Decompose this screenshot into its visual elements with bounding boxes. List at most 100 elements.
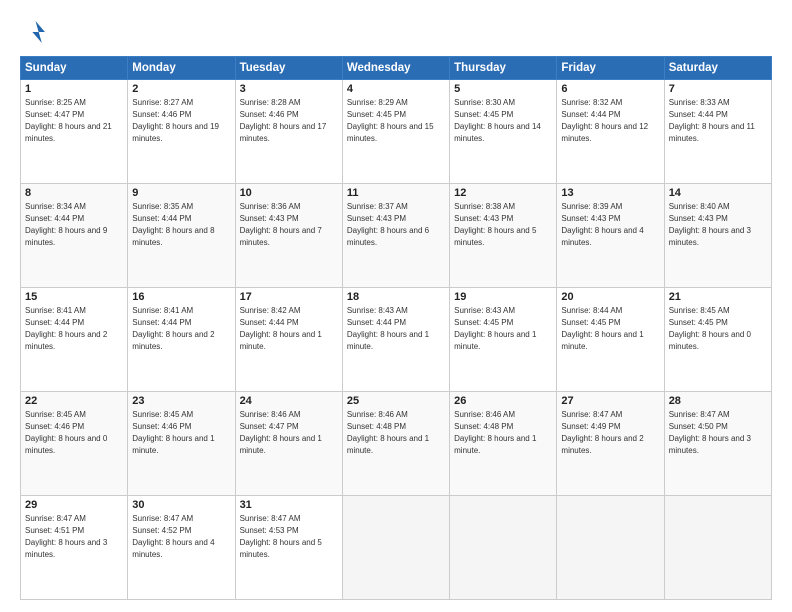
day-cell-7: 7 Sunrise: 8:33 AMSunset: 4:44 PMDaylight… (664, 80, 771, 184)
day-info: Sunrise: 8:38 AMSunset: 4:43 PMDaylight:… (454, 202, 536, 247)
day-number: 19 (454, 291, 552, 303)
day-info: Sunrise: 8:32 AMSunset: 4:44 PMDaylight:… (561, 98, 648, 143)
day-number: 22 (25, 395, 123, 407)
logo-icon (20, 18, 48, 46)
day-info: Sunrise: 8:29 AMSunset: 4:45 PMDaylight:… (347, 98, 434, 143)
day-info: Sunrise: 8:40 AMSunset: 4:43 PMDaylight:… (669, 202, 751, 247)
day-cell-3: 3 Sunrise: 8:28 AMSunset: 4:46 PMDaylight… (235, 80, 342, 184)
day-number: 21 (669, 291, 767, 303)
day-number: 15 (25, 291, 123, 303)
day-info: Sunrise: 8:41 AMSunset: 4:44 PMDaylight:… (25, 306, 107, 351)
day-number: 29 (25, 499, 123, 511)
day-header-friday: Friday (557, 57, 664, 80)
day-cell-6: 6 Sunrise: 8:32 AMSunset: 4:44 PMDaylight… (557, 80, 664, 184)
calendar-table: SundayMondayTuesdayWednesdayThursdayFrid… (20, 56, 772, 600)
day-info: Sunrise: 8:39 AMSunset: 4:43 PMDaylight:… (561, 202, 643, 247)
day-info: Sunrise: 8:45 AMSunset: 4:45 PMDaylight:… (669, 306, 751, 351)
day-number: 4 (347, 83, 445, 95)
day-info: Sunrise: 8:30 AMSunset: 4:45 PMDaylight:… (454, 98, 541, 143)
calendar-week-3: 15 Sunrise: 8:41 AMSunset: 4:44 PMDayligh… (21, 288, 772, 392)
day-info: Sunrise: 8:46 AMSunset: 4:48 PMDaylight:… (454, 410, 536, 455)
day-number: 14 (669, 187, 767, 199)
day-info: Sunrise: 8:33 AMSunset: 4:44 PMDaylight:… (669, 98, 755, 143)
day-info: Sunrise: 8:47 AMSunset: 4:49 PMDaylight:… (561, 410, 643, 455)
day-cell-28: 28 Sunrise: 8:47 AMSunset: 4:50 PMDayligh… (664, 392, 771, 496)
day-number: 12 (454, 187, 552, 199)
day-info: Sunrise: 8:28 AMSunset: 4:46 PMDaylight:… (240, 98, 327, 143)
day-cell-14: 14 Sunrise: 8:40 AMSunset: 4:43 PMDayligh… (664, 184, 771, 288)
day-cell-12: 12 Sunrise: 8:38 AMSunset: 4:43 PMDayligh… (450, 184, 557, 288)
day-cell-24: 24Sunrise: 8:46 AMSunset: 4:47 PMDayligh… (235, 392, 342, 496)
day-number: 11 (347, 187, 445, 199)
day-info: Sunrise: 8:27 AMSunset: 4:46 PMDaylight:… (132, 98, 219, 143)
day-cell-20: 20 Sunrise: 8:44 AMSunset: 4:45 PMDayligh… (557, 288, 664, 392)
day-info: Sunrise: 8:43 AMSunset: 4:44 PMDaylight:… (347, 306, 429, 351)
day-header-tuesday: Tuesday (235, 57, 342, 80)
day-info: Sunrise: 8:47 AMSunset: 4:50 PMDaylight:… (669, 410, 751, 455)
header (20, 18, 772, 46)
day-cell-2: 2 Sunrise: 8:27 AMSunset: 4:46 PMDaylight… (128, 80, 235, 184)
day-info: Sunrise: 8:42 AMSunset: 4:44 PMDaylight:… (240, 306, 322, 351)
day-cell-21: 21 Sunrise: 8:45 AMSunset: 4:45 PMDayligh… (664, 288, 771, 392)
day-info: Sunrise: 8:43 AMSunset: 4:45 PMDaylight:… (454, 306, 536, 351)
day-header-saturday: Saturday (664, 57, 771, 80)
day-number: 25 (347, 395, 445, 407)
day-cell-10: 10Sunrise: 8:36 AMSunset: 4:43 PMDayligh… (235, 184, 342, 288)
day-cell-16: 16 Sunrise: 8:41 AMSunset: 4:44 PMDayligh… (128, 288, 235, 392)
day-number: 2 (132, 83, 230, 95)
empty-cell (664, 496, 771, 600)
day-info: Sunrise: 8:47 AMSunset: 4:51 PMDaylight:… (25, 514, 107, 559)
day-cell-22: 22 Sunrise: 8:45 AMSunset: 4:46 PMDayligh… (21, 392, 128, 496)
day-cell-18: 18Sunrise: 8:43 AMSunset: 4:44 PMDayligh… (342, 288, 449, 392)
day-cell-5: 5 Sunrise: 8:30 AMSunset: 4:45 PMDaylight… (450, 80, 557, 184)
calendar-week-1: 1Sunrise: 8:25 AMSunset: 4:47 PMDaylight… (21, 80, 772, 184)
day-cell-19: 19 Sunrise: 8:43 AMSunset: 4:45 PMDayligh… (450, 288, 557, 392)
day-number: 24 (240, 395, 338, 407)
day-number: 28 (669, 395, 767, 407)
calendar-week-4: 22 Sunrise: 8:45 AMSunset: 4:46 PMDayligh… (21, 392, 772, 496)
empty-cell (342, 496, 449, 600)
day-cell-26: 26 Sunrise: 8:46 AMSunset: 4:48 PMDayligh… (450, 392, 557, 496)
day-header-sunday: Sunday (21, 57, 128, 80)
day-number: 9 (132, 187, 230, 199)
day-number: 20 (561, 291, 659, 303)
calendar-week-5: 29 Sunrise: 8:47 AMSunset: 4:51 PMDayligh… (21, 496, 772, 600)
day-cell-4: 4 Sunrise: 8:29 AMSunset: 4:45 PMDaylight… (342, 80, 449, 184)
day-number: 5 (454, 83, 552, 95)
day-info: Sunrise: 8:41 AMSunset: 4:44 PMDaylight:… (132, 306, 214, 351)
day-info: Sunrise: 8:47 AMSunset: 4:52 PMDaylight:… (132, 514, 214, 559)
day-info: Sunrise: 8:45 AMSunset: 4:46 PMDaylight:… (25, 410, 107, 455)
day-cell-15: 15 Sunrise: 8:41 AMSunset: 4:44 PMDayligh… (21, 288, 128, 392)
day-info: Sunrise: 8:46 AMSunset: 4:48 PMDaylight:… (347, 410, 429, 455)
day-cell-11: 11 Sunrise: 8:37 AMSunset: 4:43 PMDayligh… (342, 184, 449, 288)
day-cell-27: 27 Sunrise: 8:47 AMSunset: 4:49 PMDayligh… (557, 392, 664, 496)
day-header-monday: Monday (128, 57, 235, 80)
day-number: 7 (669, 83, 767, 95)
day-number: 27 (561, 395, 659, 407)
day-number: 8 (25, 187, 123, 199)
day-number: 17 (240, 291, 338, 303)
day-number: 10 (240, 187, 338, 199)
day-cell-9: 9 Sunrise: 8:35 AMSunset: 4:44 PMDaylight… (128, 184, 235, 288)
logo (20, 18, 52, 46)
day-info: Sunrise: 8:34 AMSunset: 4:44 PMDaylight:… (25, 202, 107, 247)
day-info: Sunrise: 8:37 AMSunset: 4:43 PMDaylight:… (347, 202, 429, 247)
day-number: 26 (454, 395, 552, 407)
day-number: 16 (132, 291, 230, 303)
calendar-header-row: SundayMondayTuesdayWednesdayThursdayFrid… (21, 57, 772, 80)
day-number: 30 (132, 499, 230, 511)
day-info: Sunrise: 8:47 AMSunset: 4:53 PMDaylight:… (240, 514, 322, 559)
day-number: 23 (132, 395, 230, 407)
day-number: 6 (561, 83, 659, 95)
calendar-page: SundayMondayTuesdayWednesdayThursdayFrid… (0, 0, 792, 612)
day-cell-29: 29 Sunrise: 8:47 AMSunset: 4:51 PMDayligh… (21, 496, 128, 600)
day-header-thursday: Thursday (450, 57, 557, 80)
day-cell-13: 13Sunrise: 8:39 AMSunset: 4:43 PMDayligh… (557, 184, 664, 288)
day-cell-25: 25 Sunrise: 8:46 AMSunset: 4:48 PMDayligh… (342, 392, 449, 496)
day-number: 31 (240, 499, 338, 511)
day-info: Sunrise: 8:35 AMSunset: 4:44 PMDaylight:… (132, 202, 214, 247)
day-cell-17: 17 Sunrise: 8:42 AMSunset: 4:44 PMDayligh… (235, 288, 342, 392)
empty-cell (557, 496, 664, 600)
day-info: Sunrise: 8:44 AMSunset: 4:45 PMDaylight:… (561, 306, 643, 351)
day-number: 3 (240, 83, 338, 95)
